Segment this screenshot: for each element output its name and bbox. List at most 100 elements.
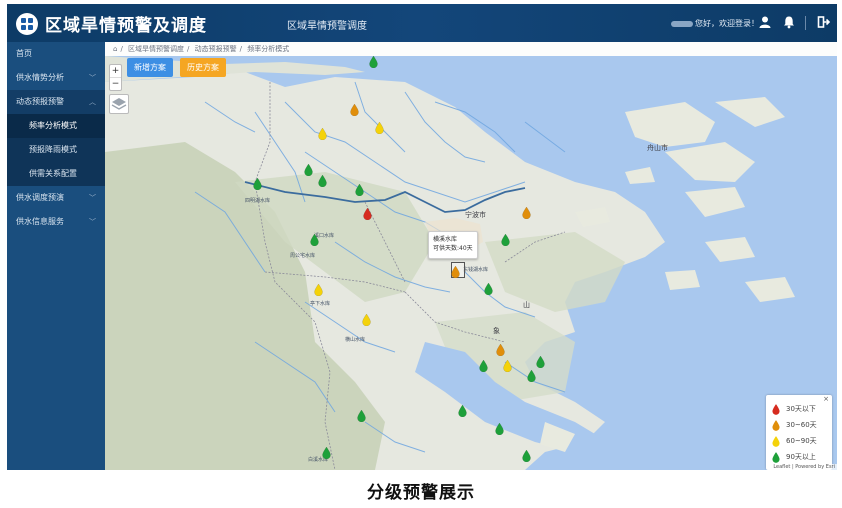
city-label: 宁波市 xyxy=(465,211,486,219)
sidebar-item-label: 预报降雨模式 xyxy=(29,145,77,154)
map-view[interactable]: ⌂ / 区域旱情预警调度 / 动态预报预警 / 频率分析模式 新增方案 历史方案 + … xyxy=(105,42,837,470)
warning-marker-icon[interactable] xyxy=(501,234,510,246)
popup-title: 横溪水库 xyxy=(433,236,458,243)
sidebar: 首页 供水情势分析 ﹀ 动态预报预警 ︿ 频率分析模式 预报降雨模式 供需关系配置 … xyxy=(7,42,105,470)
layers-button[interactable] xyxy=(109,94,129,114)
sidebar-item-dispatch-rehearsal[interactable]: 供水调度预演 ﹀ xyxy=(7,186,105,210)
sidebar-item-label: 首页 xyxy=(16,49,32,58)
bell-icon[interactable] xyxy=(782,15,796,29)
warning-marker-icon[interactable] xyxy=(496,344,505,356)
legend-item: 90天以上 xyxy=(772,451,816,463)
history-plan-button[interactable]: 历史方案 xyxy=(180,58,226,77)
legend-label: 90天以上 xyxy=(786,453,816,461)
reservoir-label: 东钱湖水库 xyxy=(463,267,489,273)
warning-marker-icon[interactable] xyxy=(363,208,372,220)
warning-marker-icon[interactable] xyxy=(451,266,460,278)
sidebar-item-info-service[interactable]: 供水信息服务 ﹀ xyxy=(7,210,105,234)
zoom-in-button[interactable]: + xyxy=(110,65,121,78)
warning-marker-icon[interactable] xyxy=(479,360,488,372)
legend-item: 30天以下 xyxy=(772,403,816,415)
zoom-control: + − xyxy=(109,64,122,91)
map-attribution: Leaflet | Powered by Esri xyxy=(771,464,837,470)
warning-marker-icon[interactable] xyxy=(253,178,262,190)
warning-marker-icon[interactable] xyxy=(355,184,364,196)
chevron-up-icon: ︿ xyxy=(89,98,96,106)
warning-marker-icon[interactable] xyxy=(484,283,493,295)
center-title: 区域旱情预警调度 xyxy=(287,21,367,32)
reservoir-label: 横山水库 xyxy=(345,337,366,343)
breadcrumb: ⌂ / 区域旱情预警调度 / 动态预报预警 / 频率分析模式 xyxy=(105,42,837,56)
sidebar-item-label: 动态预报预警 xyxy=(16,97,64,106)
header-divider xyxy=(805,16,806,30)
place-label: 山 xyxy=(523,301,530,309)
warning-marker-icon[interactable] xyxy=(314,284,323,296)
legend-label: 30~60天 xyxy=(786,421,817,429)
reservoir-popup: 横溪水库 可供天数:40天 xyxy=(428,231,478,259)
drop-red-icon xyxy=(772,403,780,415)
layers-icon xyxy=(111,98,127,110)
breadcrumb-item-2[interactable]: 动态预报预警 xyxy=(195,45,237,53)
warning-marker-icon[interactable] xyxy=(527,370,536,382)
warning-marker-icon[interactable] xyxy=(522,450,531,462)
sidebar-subitem-frequency-analysis[interactable]: 频率分析模式 xyxy=(7,114,105,138)
warning-marker-icon[interactable] xyxy=(458,405,467,417)
username-redacted xyxy=(671,20,693,27)
sidebar-item-label: 供水信息服务 xyxy=(16,217,64,226)
warning-marker-icon[interactable] xyxy=(357,410,366,422)
city-label: 舟山市 xyxy=(647,144,668,152)
user-icon[interactable] xyxy=(758,15,772,29)
drop-yellow-icon xyxy=(772,435,780,447)
sidebar-item-home[interactable]: 首页 xyxy=(7,42,105,66)
warning-marker-icon[interactable] xyxy=(310,234,319,246)
new-plan-button[interactable]: 新增方案 xyxy=(127,58,173,77)
top-bar: 区域旱情预警及调度 区域旱情预警调度 您好，欢迎登录！ xyxy=(7,4,837,42)
zoom-out-button[interactable]: − xyxy=(110,78,121,90)
sidebar-item-forecast-warning[interactable]: 动态预报预警 ︿ xyxy=(7,90,105,114)
popup-days: 可供天数:40天 xyxy=(433,245,473,252)
warning-marker-icon[interactable] xyxy=(350,104,359,116)
legend-close-button[interactable]: × xyxy=(823,395,829,403)
warning-marker-icon[interactable] xyxy=(318,128,327,140)
place-label: 象 xyxy=(493,327,500,335)
reservoir-label: 亭下水库 xyxy=(310,301,331,307)
drop-orange-icon xyxy=(772,419,780,431)
warning-marker-icon[interactable] xyxy=(304,164,313,176)
chevron-down-icon: ﹀ xyxy=(89,74,96,82)
app-window: 区域旱情预警及调度 区域旱情预警调度 您好，欢迎登录！ 首页 供水情势分析 ﹀ 动… xyxy=(7,4,837,470)
sidebar-item-label: 频率分析模式 xyxy=(29,121,77,130)
warning-marker-icon[interactable] xyxy=(322,447,331,459)
chevron-down-icon: ﹀ xyxy=(89,194,96,202)
sidebar-item-label: 供水调度预演 xyxy=(16,193,64,202)
warning-marker-icon[interactable] xyxy=(369,56,378,68)
breadcrumb-separator: / xyxy=(239,45,242,53)
breadcrumb-separator: / xyxy=(187,45,190,53)
app-title: 区域旱情预警及调度 xyxy=(45,16,207,36)
breadcrumb-item-1[interactable]: 区域旱情预警调度 xyxy=(128,45,184,53)
legend-item: 60~90天 xyxy=(772,435,817,447)
home-icon[interactable]: ⌂ xyxy=(113,45,117,53)
warning-marker-icon[interactable] xyxy=(503,360,512,372)
warning-legend: × 30天以下 30~60天 60~90天 90天以上 xyxy=(766,395,832,470)
sidebar-item-supply-analysis[interactable]: 供水情势分析 ﹀ xyxy=(7,66,105,90)
sidebar-item-label: 供水情势分析 xyxy=(16,73,64,82)
legend-label: 60~90天 xyxy=(786,437,817,445)
warning-marker-icon[interactable] xyxy=(495,423,504,435)
breadcrumb-separator: / xyxy=(120,45,123,53)
app-logo-icon xyxy=(16,13,38,35)
warning-marker-icon[interactable] xyxy=(522,207,531,219)
breadcrumb-item-3: 频率分析模式 xyxy=(247,45,290,53)
reservoir-label: 四明湖水库 xyxy=(245,198,271,204)
greeting-text: 您好，欢迎登录！ xyxy=(695,19,759,28)
warning-marker-icon[interactable] xyxy=(318,175,327,187)
reservoir-label: 周公宅水库 xyxy=(290,253,316,259)
logout-icon[interactable] xyxy=(817,15,831,29)
warning-marker-icon[interactable] xyxy=(536,356,545,368)
warning-marker-icon[interactable] xyxy=(375,122,384,134)
sidebar-subitem-rain-forecast[interactable]: 预报降雨模式 xyxy=(7,138,105,162)
legend-label: 30天以下 xyxy=(786,405,816,413)
sidebar-item-label: 供需关系配置 xyxy=(29,169,77,178)
chevron-down-icon: ﹀ xyxy=(89,218,96,226)
sidebar-subitem-supply-demand[interactable]: 供需关系配置 xyxy=(7,162,105,186)
warning-marker-icon[interactable] xyxy=(362,314,371,326)
drop-green-icon xyxy=(772,451,780,463)
